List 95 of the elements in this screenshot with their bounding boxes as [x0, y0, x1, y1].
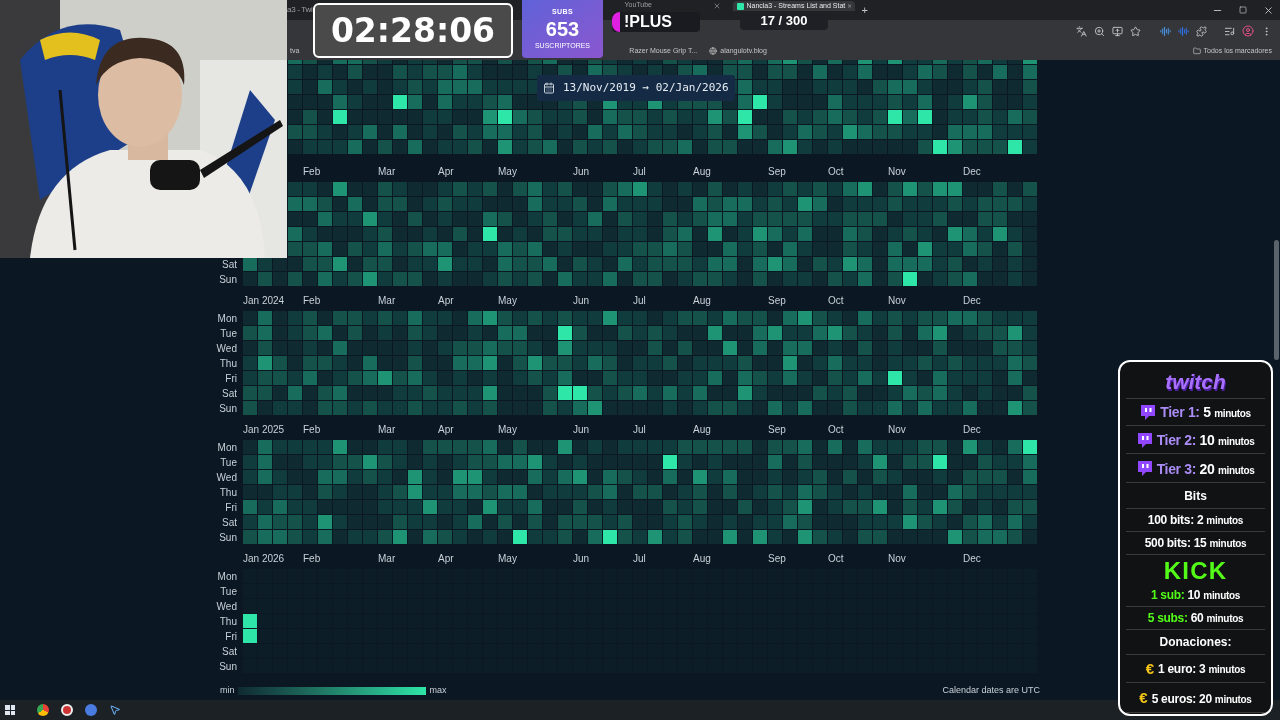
month-label: Jul: [633, 294, 646, 308]
month-label: Jun: [573, 552, 590, 566]
kick-line: 5 subs: 60 minutos: [1147, 610, 1244, 627]
weekday-label: Sat: [221, 516, 238, 530]
weekday-label: Sun: [218, 402, 238, 416]
month-label: Sep: [768, 294, 786, 308]
weekday-label: Sun: [218, 531, 238, 545]
month-label: Jul: [633, 423, 646, 437]
month-label: Nov: [888, 165, 906, 179]
month-label: Dec: [963, 552, 981, 566]
month-label: Feb: [303, 423, 321, 437]
legend-max: max: [429, 683, 447, 697]
month-label: Feb: [303, 294, 321, 308]
new-tab-button[interactable]: +: [861, 1, 868, 19]
stream-timer: 02:28:06: [330, 9, 496, 52]
month-label: Aug: [693, 552, 711, 566]
month-label: Jan 2024: [243, 294, 285, 308]
bits-title: Bits: [1184, 488, 1207, 505]
month-label: Jun: [573, 165, 590, 179]
month-label: Apr: [438, 294, 454, 308]
month-label: Dec: [963, 423, 981, 437]
month-label: Mar: [378, 165, 396, 179]
month-label: Sep: [768, 423, 786, 437]
month-label: May: [498, 294, 517, 308]
month-label: Aug: [693, 294, 711, 308]
legend-min: min: [220, 683, 235, 697]
weekday-label: Thu: [218, 615, 238, 629]
month-label: Jul: [633, 165, 646, 179]
weekday-label: Sun: [218, 660, 238, 674]
month-label: Mar: [378, 294, 396, 308]
month-label: Sep: [768, 165, 786, 179]
month-label: Nov: [888, 423, 906, 437]
month-label: May: [498, 552, 517, 566]
month-label: Aug: [693, 165, 711, 179]
month-label: Dec: [963, 165, 981, 179]
tier-line: Tier 1: 5 minutos: [1160, 403, 1251, 423]
month-label: Oct: [828, 294, 844, 308]
month-label: Nov: [888, 294, 906, 308]
weekday-label: Wed: [215, 471, 238, 485]
goal-counter: 17 / 300: [760, 12, 808, 31]
tier-line: Tier 3: 20 minutos: [1156, 459, 1255, 479]
plus-label: !PLUS: [624, 12, 672, 32]
bits-line: 100 bits: 2 minutos: [1147, 512, 1244, 529]
subs-count: 653: [545, 17, 580, 41]
kick-title: KICK: [1163, 558, 1228, 584]
weekday-label: Sun: [218, 273, 238, 287]
month-label: May: [498, 165, 517, 179]
weekday-label: Tue: [219, 327, 238, 341]
weekday-label: Sat: [221, 645, 238, 659]
month-label: Jun: [573, 423, 590, 437]
weekday-label: Thu: [218, 486, 238, 500]
footnote: Calendar dates are UTC: [942, 683, 1040, 697]
weekday-label: Fri: [224, 501, 238, 515]
month-label: Apr: [438, 423, 454, 437]
month-label: Oct: [828, 552, 844, 566]
weekday-label: Fri: [224, 630, 238, 644]
weekday-label: Mon: [216, 570, 238, 584]
month-label: Aug: [693, 423, 711, 437]
euro-sign: €: [1139, 688, 1148, 709]
month-label: Dec: [963, 294, 981, 308]
month-label: Jun: [573, 294, 590, 308]
weekday-label: Wed: [215, 342, 238, 356]
month-label: Feb: [303, 552, 321, 566]
euro-sign: €: [1145, 659, 1155, 679]
month-label: Feb: [303, 165, 321, 179]
month-label: Jan 2025: [243, 423, 285, 437]
twitch-title: twitch: [1165, 370, 1226, 394]
donation-line: 1 euro: 3 minutos: [1158, 661, 1246, 679]
weekday-label: Sat: [221, 258, 238, 272]
weekday-label: Fri: [224, 372, 238, 386]
tier-line: Tier 2: 10 minutos: [1156, 431, 1255, 451]
weekday-label: Sat: [221, 387, 238, 401]
month-label: May: [498, 423, 517, 437]
weekday-label: Tue: [219, 585, 238, 599]
weekday-label: Wed: [215, 600, 238, 614]
bits-line: 500 bits: 15 minutos: [1144, 535, 1247, 552]
kick-line: 1 sub: 10 minutos: [1150, 587, 1241, 604]
month-label: Jul: [633, 552, 646, 566]
month-label: Oct: [828, 165, 844, 179]
month-label: Mar: [378, 423, 396, 437]
month-label: Oct: [828, 423, 844, 437]
month-label: Apr: [438, 552, 454, 566]
month-label: Apr: [438, 165, 454, 179]
month-label: Sep: [768, 552, 786, 566]
month-label: Jan 2026: [243, 552, 285, 566]
month-label: Mar: [378, 552, 396, 566]
date-range-text: 13/Nov/2019 → 02/Jan/2026: [563, 79, 729, 96]
donation-line: 5 euros: 20 minutos: [1151, 690, 1252, 708]
month-label: Nov: [888, 552, 906, 566]
weekday-label: Mon: [216, 441, 238, 455]
weekday-label: Thu: [218, 357, 238, 371]
weekday-label: Mon: [216, 312, 238, 326]
donations-title: Donaciones:: [1159, 634, 1232, 651]
weekday-label: Tue: [219, 456, 238, 470]
browser-tab[interactable]: a3 - Twi: [287, 4, 313, 16]
